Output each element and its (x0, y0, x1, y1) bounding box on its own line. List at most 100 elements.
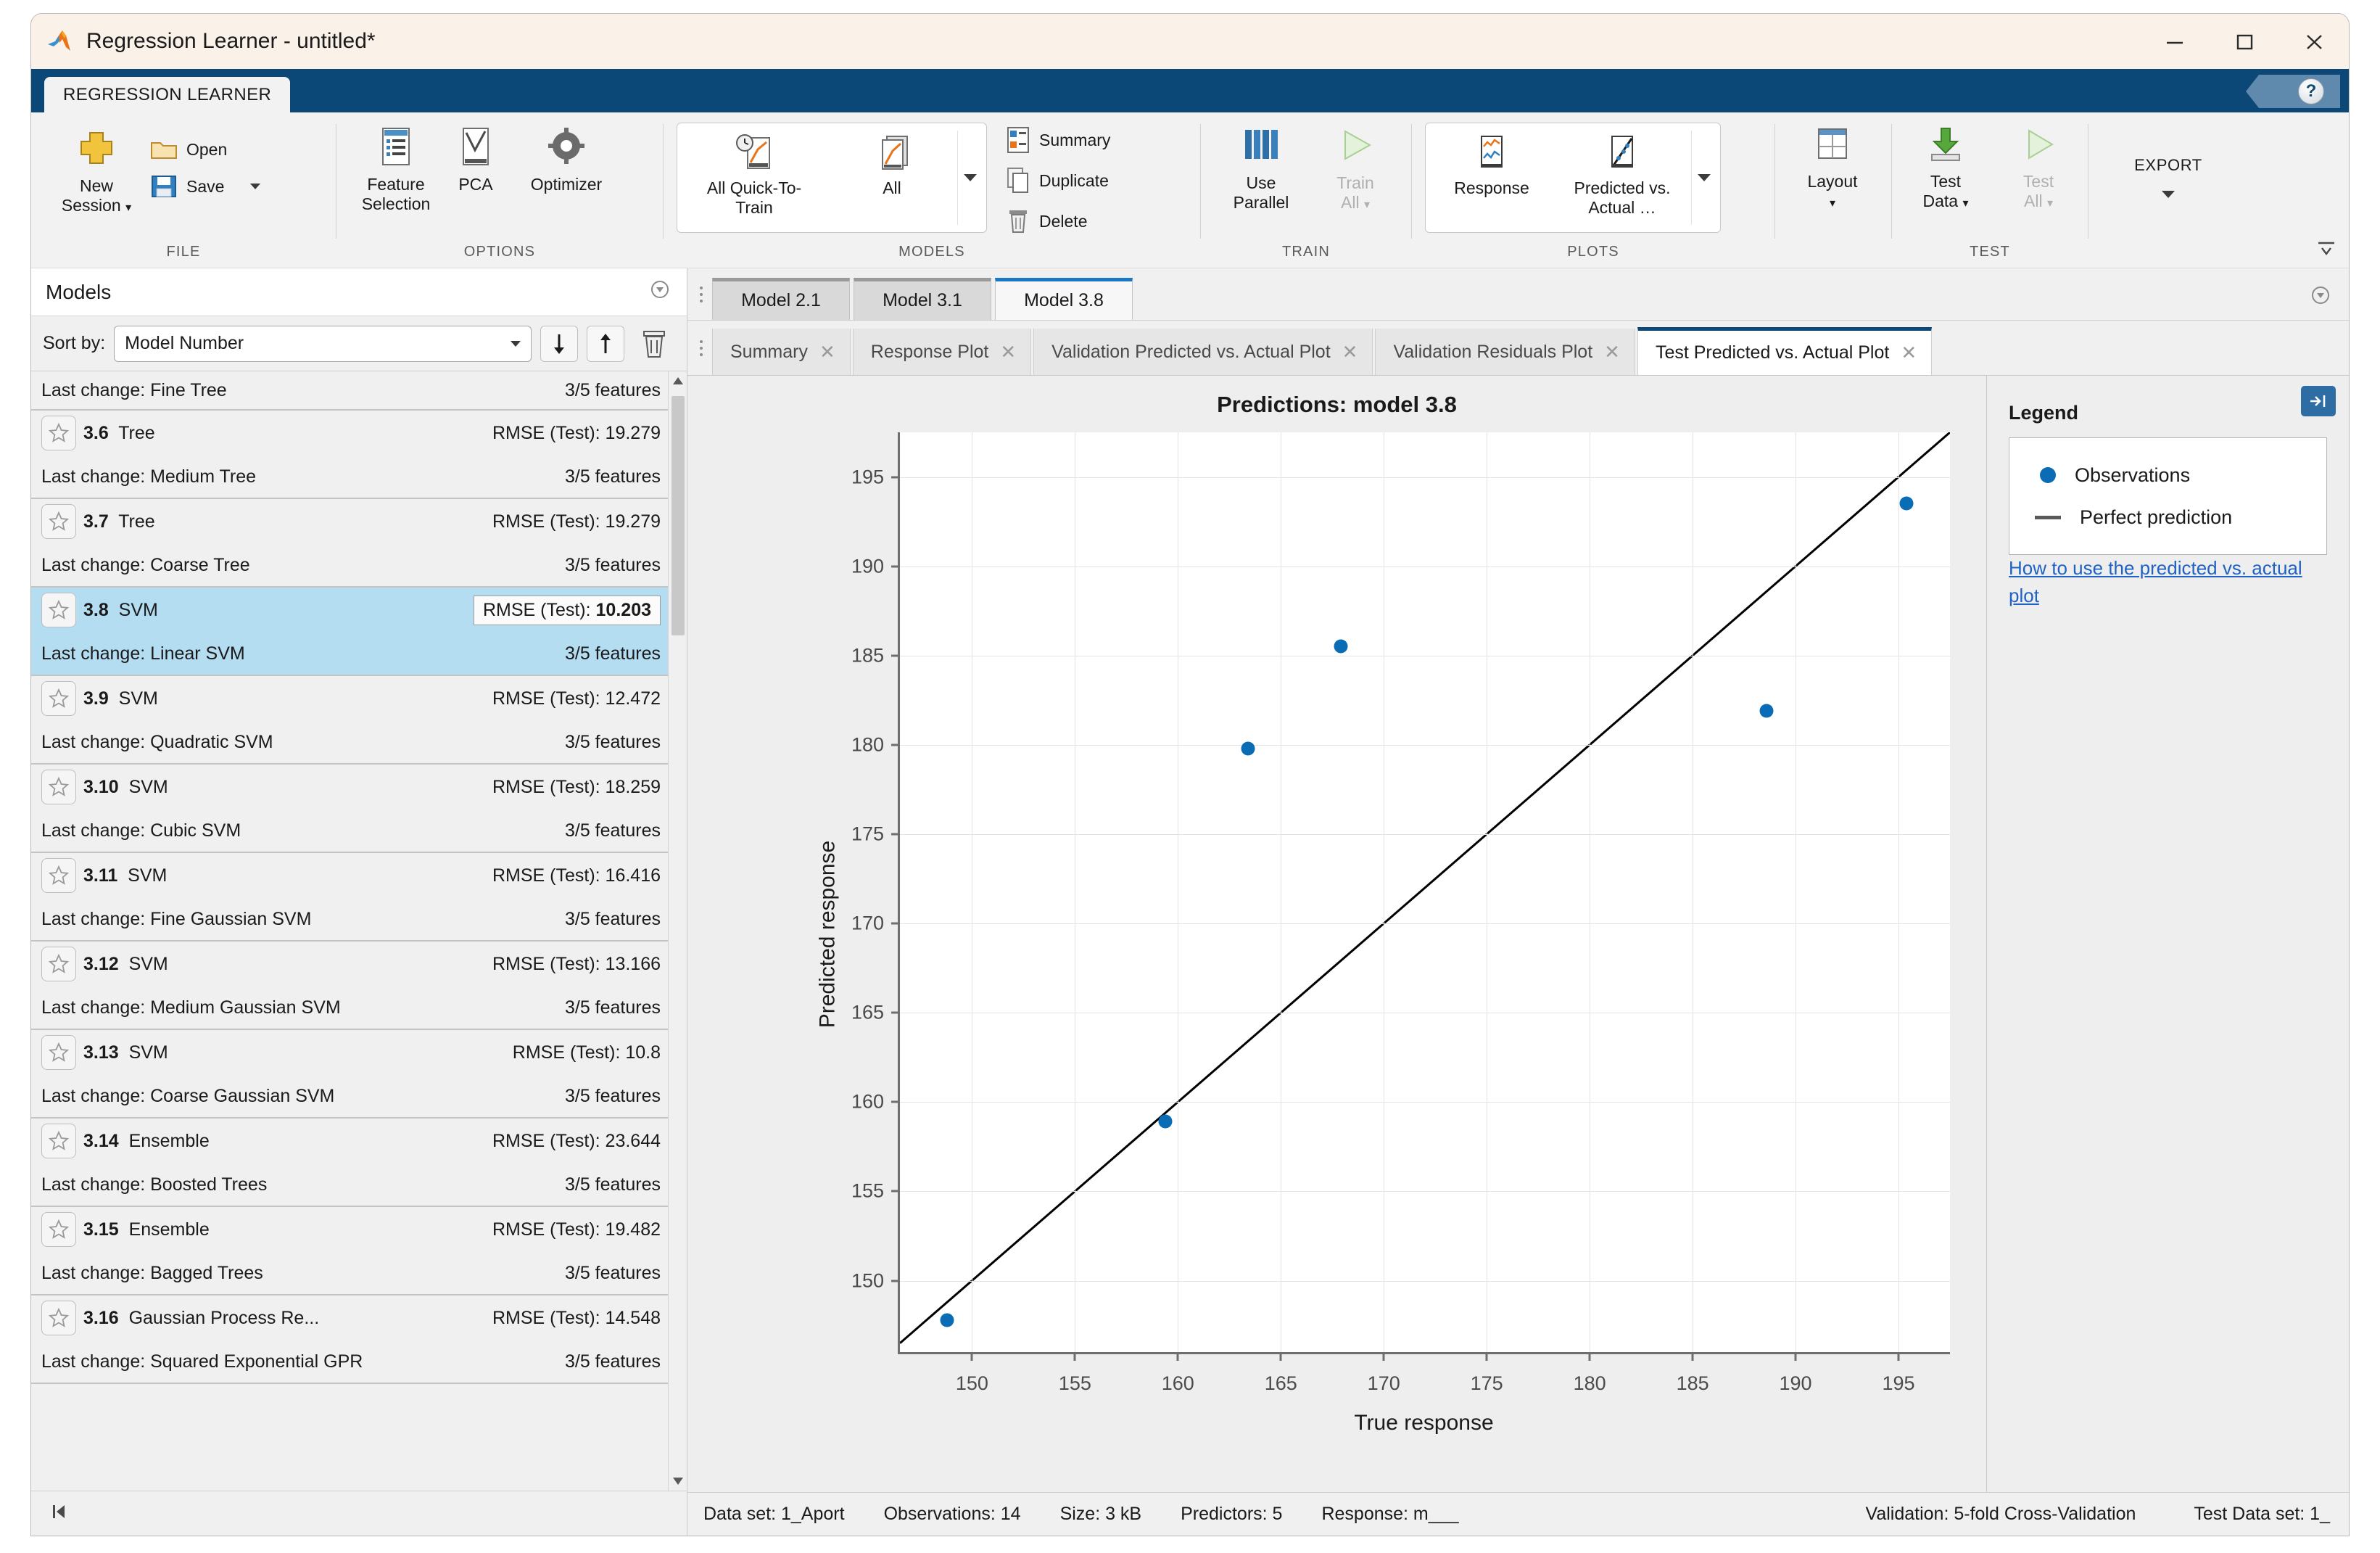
response-plot-button[interactable]: Response (1430, 131, 1553, 201)
delete-model-button[interactable]: Delete (1000, 204, 1116, 239)
table-row[interactable]: 3.6 TreeRMSE (Test): 19.279Last change: … (31, 411, 668, 499)
matlab-logo-icon (47, 29, 75, 54)
sort-ascending-button[interactable] (587, 326, 624, 362)
close-document-group-button[interactable] (2308, 283, 2333, 311)
tab-regression-learner[interactable]: REGRESSION LEARNER (44, 77, 290, 112)
table-row[interactable]: 3.13 SVMRMSE (Test): 10.8Last change: Co… (31, 1030, 668, 1119)
model-rmse: RMSE (Test): 12.472 (492, 688, 661, 709)
all-quick-to-train-button[interactable]: All Quick-To-Train (682, 131, 827, 221)
favorite-star-icon[interactable] (41, 858, 76, 893)
go-to-first-button[interactable] (49, 1502, 72, 1525)
scroll-up-button[interactable] (669, 371, 687, 390)
table-row[interactable]: 3.10 SVMRMSE (Test): 18.259Last change: … (31, 765, 668, 853)
plots-gallery[interactable]: Response (1425, 123, 1721, 233)
expand-plot-button[interactable] (2301, 386, 2336, 416)
scrollbar-thumb[interactable] (672, 396, 685, 635)
use-parallel-button[interactable]: UseParallel (1214, 123, 1308, 215)
model-features: 3/5 features (565, 909, 661, 930)
status-predictors: Predictors: 5 (1181, 1504, 1282, 1525)
predicted-vs-actual-button[interactable]: Predicted vs.Actual … (1553, 131, 1691, 221)
favorite-star-icon[interactable] (41, 1301, 76, 1335)
plot-tab[interactable]: Summary✕ (712, 329, 851, 375)
close-tab-icon[interactable]: ✕ (1901, 342, 1917, 364)
plot-tab[interactable]: Validation Predicted vs. Actual Plot✕ (1033, 329, 1373, 375)
minimize-button[interactable] (2140, 14, 2210, 69)
document-tab[interactable]: Model 2.1 (712, 278, 850, 320)
all-models-button[interactable]: All (827, 131, 957, 201)
y-tick-label: 180 (851, 733, 900, 756)
save-label: Save (186, 177, 224, 197)
table-row[interactable]: 3.14 EnsembleRMSE (Test): 23.644Last cha… (31, 1119, 668, 1207)
summary-button[interactable]: Summary (1000, 123, 1116, 157)
maximize-button[interactable] (2210, 14, 2279, 69)
close-tab-icon[interactable]: ✕ (1000, 341, 1016, 363)
tabbar-grip-icon (695, 280, 708, 309)
new-session-button[interactable]: NewSession ▾ (53, 123, 140, 218)
collapse-ribbon-button[interactable] (2314, 239, 2339, 262)
open-button[interactable]: Open (144, 134, 266, 165)
favorite-star-icon[interactable] (41, 593, 76, 627)
duplicate-button[interactable]: Duplicate (1000, 163, 1116, 198)
table-row[interactable]: 3.15 EnsembleRMSE (Test): 19.482Last cha… (31, 1207, 668, 1295)
quick-train-icon (733, 133, 775, 173)
favorite-star-icon[interactable] (41, 947, 76, 981)
table-row[interactable]: 3.11 SVMRMSE (Test): 16.416Last change: … (31, 853, 668, 942)
favorite-star-icon[interactable] (41, 681, 76, 716)
all-quick-to-train-label: All Quick-To-Train (707, 178, 801, 218)
close-tab-icon[interactable]: ✕ (819, 341, 835, 363)
table-row[interactable]: 3.8 SVMRMSE (Test): 10.203Last change: L… (31, 588, 668, 676)
ribbon-group-export: EXPORT (2088, 112, 2248, 268)
test-data-button[interactable]: TestData ▾ (1899, 123, 1992, 214)
table-row[interactable]: Last change: Fine Tree 3/5 features (31, 371, 668, 411)
favorite-star-icon[interactable] (41, 504, 76, 539)
sort-descending-button[interactable] (540, 326, 578, 362)
favorite-star-icon[interactable] (41, 416, 76, 450)
parallel-bars-icon (1238, 125, 1284, 168)
plot-tab[interactable]: Response Plot✕ (853, 329, 1031, 375)
table-row[interactable]: 3.7 TreeRMSE (Test): 19.279Last change: … (31, 499, 668, 588)
feature-selection-button[interactable]: FeatureSelection (352, 123, 439, 217)
table-row[interactable]: 3.12 SVMRMSE (Test): 13.166Last change: … (31, 942, 668, 1030)
chart-title: Predictions: model 3.8 (687, 392, 1986, 418)
save-chevron-down-icon[interactable] (250, 184, 260, 189)
optimizer-button[interactable]: Optimizer (512, 123, 621, 197)
favorite-star-icon[interactable] (41, 770, 76, 804)
favorite-star-icon[interactable] (41, 1124, 76, 1158)
save-button[interactable]: Save (144, 170, 266, 202)
close-tab-icon[interactable]: ✕ (1604, 341, 1620, 363)
models-gallery-expand-button[interactable] (957, 131, 982, 225)
models-panel-options-button[interactable] (648, 277, 672, 307)
close-tab-icon[interactable]: ✕ (1342, 341, 1358, 363)
favorite-star-icon[interactable] (41, 1035, 76, 1070)
models-gallery[interactable]: All Quick-To-Train All (677, 123, 987, 233)
close-button[interactable] (2279, 14, 2349, 69)
document-tab[interactable]: Model 3.8 (995, 278, 1133, 320)
legend-dot-icon (2040, 467, 2056, 483)
export-button[interactable]: EXPORT (2107, 147, 2230, 201)
help-button[interactable]: ? (2246, 75, 2340, 108)
table-row[interactable]: 3.16 Gaussian Process Re...RMSE (Test): … (31, 1295, 668, 1384)
layout-button[interactable]: Layout▾ (1785, 123, 1880, 214)
plots-gallery-expand-button[interactable] (1691, 131, 1716, 225)
layout-label: Layout▾ (1807, 172, 1857, 211)
test-all-button[interactable]: TestAll ▾ (1992, 123, 2085, 214)
model-features: 3/5 features (565, 1086, 661, 1107)
chevron-down-icon[interactable] (2162, 191, 2175, 198)
help-icon: ? (2298, 78, 2324, 104)
delete-selected-model-button[interactable] (633, 324, 675, 363)
model-features: 3/5 features (565, 555, 661, 576)
document-tab[interactable]: Model 3.1 (854, 278, 991, 320)
predicted-vs-actual-help-link[interactable]: How to use the predicted vs. actual plot (2009, 557, 2302, 606)
response-plot-label: Response (1454, 178, 1529, 198)
models-list[interactable]: Last change: Fine Tree 3/5 features 3.6 … (31, 371, 687, 1491)
scroll-down-button[interactable] (669, 1472, 687, 1491)
plot-tab[interactable]: Test Predicted vs. Actual Plot✕ (1637, 327, 1932, 375)
train-all-button[interactable]: TrainAll ▾ (1308, 123, 1402, 215)
ribbon-group-plots: Response (1412, 112, 1774, 268)
favorite-star-icon[interactable] (41, 1212, 76, 1247)
plot-tab[interactable]: Validation Residuals Plot✕ (1375, 329, 1635, 375)
sort-by-select[interactable]: Model Number (114, 326, 532, 362)
models-list-scrollbar[interactable] (668, 371, 687, 1491)
table-row[interactable]: 3.9 SVMRMSE (Test): 12.472Last change: Q… (31, 676, 668, 765)
pca-button[interactable]: PCA (439, 123, 512, 197)
